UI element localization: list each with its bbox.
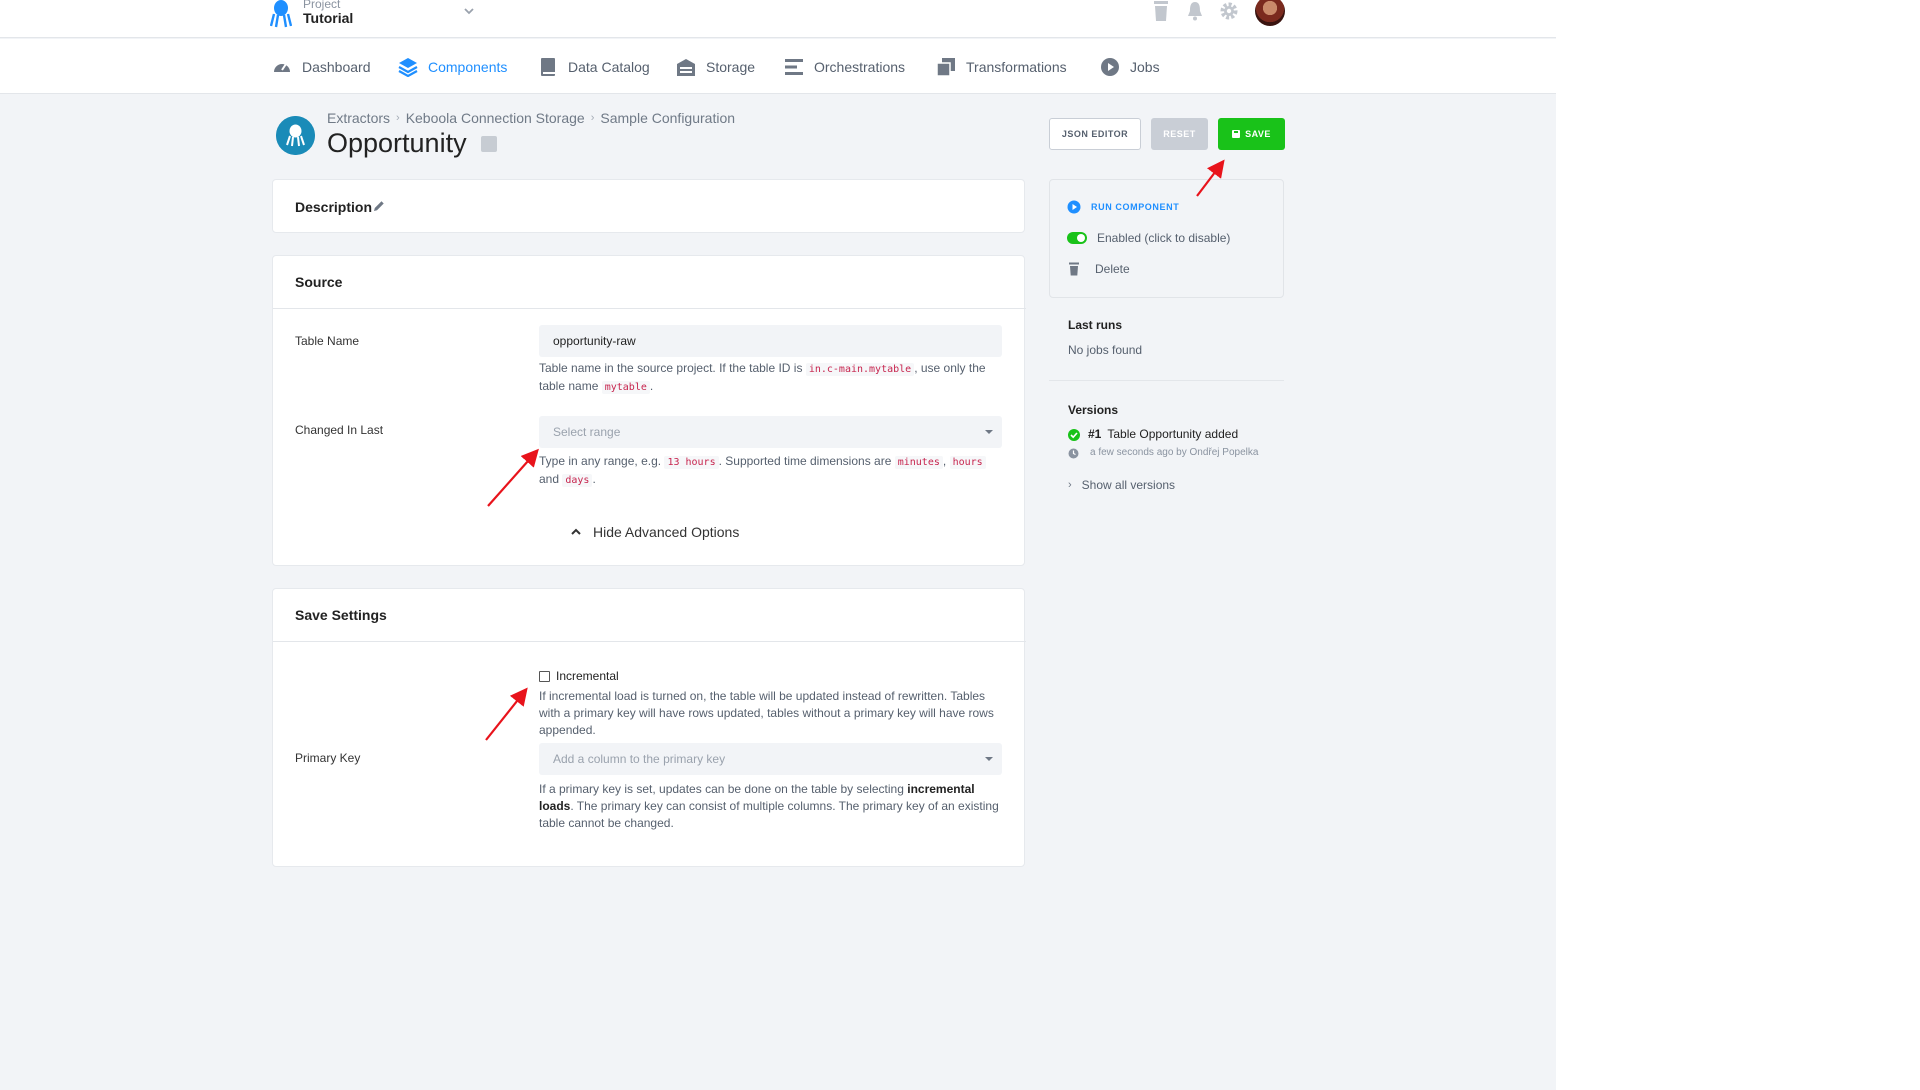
bell-icon[interactable] — [1185, 0, 1205, 22]
table-name-label: Table Name — [295, 334, 360, 348]
delete-button[interactable]: Delete — [1067, 262, 1130, 276]
top-bar: Project Tutorial — [0, 0, 1556, 38]
project-name[interactable]: Tutorial — [303, 10, 353, 26]
save-disk-icon — [1232, 130, 1241, 138]
advanced-toggle-label: Hide Advanced Options — [593, 524, 740, 540]
version-time: a few seconds ago by Ondřej Popelka — [1090, 447, 1259, 458]
changed-in-last-label: Changed In Last — [295, 423, 384, 437]
divider — [273, 308, 1026, 309]
nav-item-label: Data Catalog — [568, 59, 650, 75]
nav-item-label: Components — [428, 59, 508, 75]
select-placeholder: Select range — [553, 425, 621, 439]
primary-key-label: Primary Key — [295, 751, 361, 765]
caret-down-icon — [985, 430, 993, 434]
nav-item-storage[interactable]: Storage — [676, 57, 755, 77]
description-label: Description — [295, 199, 373, 215]
breadcrumb-item[interactable]: Extractors — [327, 110, 390, 126]
chevron-down-icon[interactable] — [462, 4, 476, 18]
gear-icon[interactable] — [1219, 0, 1239, 22]
hide-advanced-options-toggle[interactable]: Hide Advanced Options — [571, 524, 739, 540]
app-frame: Project Tutorial Dashboard Components Da… — [0, 0, 1556, 1090]
trash-icon — [1069, 262, 1079, 276]
toggle-switch — [1067, 232, 1087, 244]
version-item[interactable]: #1 Table Opportunity added — [1088, 427, 1238, 441]
changed-in-last-help: Type in any range, e.g. 13 hours. Suppor… — [539, 453, 1002, 489]
enabled-toggle[interactable]: Enabled (click to disable) — [1067, 231, 1230, 245]
divider — [1049, 380, 1284, 381]
last-runs-title: Last runs — [1068, 318, 1123, 332]
nav-item-label: Jobs — [1130, 59, 1160, 75]
incremental-checkbox[interactable] — [539, 671, 550, 682]
version-description: Table Opportunity added — [1107, 427, 1239, 441]
incremental-label[interactable]: Incremental — [556, 669, 619, 683]
nav-item-dashboard[interactable]: Dashboard — [272, 57, 371, 77]
bars-icon — [785, 59, 803, 75]
nav-item-components[interactable]: Components — [398, 57, 507, 77]
chevron-up-icon — [571, 528, 581, 535]
breadcrumb: Extractors › Keboola Connection Storage … — [327, 110, 735, 126]
delete-label: Delete — [1095, 262, 1130, 276]
run-component-button[interactable]: RUN COMPONENT — [1067, 200, 1179, 214]
layers-icon — [398, 58, 418, 77]
primary-key-help: If a primary key is set, updates can be … — [539, 782, 999, 830]
user-avatar[interactable] — [1255, 0, 1285, 26]
description-card: Description — [272, 179, 1025, 233]
source-title: Source — [295, 274, 343, 290]
caret-down-icon — [985, 757, 993, 761]
select-placeholder: Add a column to the primary key — [553, 752, 726, 766]
nav-item-data-catalog[interactable]: Data Catalog — [538, 57, 650, 77]
table-name-input[interactable] — [539, 325, 1002, 357]
nav-item-label: Storage — [706, 59, 756, 75]
save-settings-title: Save Settings — [295, 607, 387, 623]
source-card: Source Table Name Table name in the sour… — [272, 255, 1026, 566]
main-nav: Dashboard Components Data Catalog Storag… — [0, 39, 1556, 94]
nav-item-label: Transformations — [966, 59, 1067, 75]
breadcrumb-item[interactable]: Sample Configuration — [600, 110, 735, 126]
play-circle-icon — [1067, 200, 1081, 214]
component-logo-icon — [276, 116, 315, 155]
run-component-label: RUN COMPONENT — [1091, 202, 1180, 212]
book-icon — [541, 58, 555, 76]
table-name-help: Table name in the source project. If the… — [539, 361, 986, 394]
version-number: #1 — [1088, 427, 1102, 441]
dashboard-gauge-icon — [274, 63, 290, 72]
nav-item-transformations[interactable]: Transformations — [936, 57, 1067, 77]
page-title: Opportunity — [327, 128, 467, 158]
save-button-label: SAVE — [1245, 129, 1271, 139]
pencil-icon[interactable] — [373, 200, 385, 212]
changed-in-last-select[interactable]: Select range — [539, 416, 1002, 448]
last-runs-empty: No jobs found — [1068, 343, 1143, 357]
chevron-right-icon: › — [1068, 479, 1072, 491]
breadcrumb-item[interactable]: Keboola Connection Storage — [406, 110, 585, 126]
chevron-right-icon: › — [590, 112, 595, 124]
primary-key-select[interactable]: Add a column to the primary key — [539, 743, 1002, 775]
incremental-help: If incremental load is turned on, the ta… — [539, 689, 994, 737]
play-circle-icon — [1101, 58, 1119, 76]
trash-icon[interactable] — [1151, 0, 1171, 22]
json-editor-button[interactable]: JSON EDITOR — [1049, 118, 1141, 150]
nav-item-orchestrations[interactable]: Orchestrations — [784, 57, 905, 77]
save-settings-card: Save Settings Incremental If incremental… — [272, 588, 1026, 867]
show-all-versions-link[interactable]: › Show all versions — [1068, 478, 1175, 492]
chevron-right-icon: › — [396, 112, 400, 124]
clock-icon — [1068, 448, 1079, 459]
reset-button[interactable]: RESET — [1151, 118, 1208, 150]
edit-title-icon[interactable] — [481, 136, 497, 152]
divider — [273, 641, 1026, 642]
blank-area — [1556, 0, 1920, 1090]
show-all-versions-label: Show all versions — [1081, 478, 1176, 492]
nav-item-jobs[interactable]: Jobs — [1100, 57, 1160, 77]
save-button[interactable]: SAVE — [1218, 118, 1285, 150]
keboola-logo-icon[interactable] — [270, 0, 292, 28]
warehouse-icon — [677, 59, 695, 76]
nav-item-label: Dashboard — [302, 59, 371, 75]
nav-item-label: Orchestrations — [814, 59, 906, 75]
check-circle-icon — [1068, 429, 1080, 441]
versions-title: Versions — [1068, 403, 1119, 417]
copy-icon — [936, 58, 955, 77]
enabled-label: Enabled (click to disable) — [1097, 231, 1231, 245]
